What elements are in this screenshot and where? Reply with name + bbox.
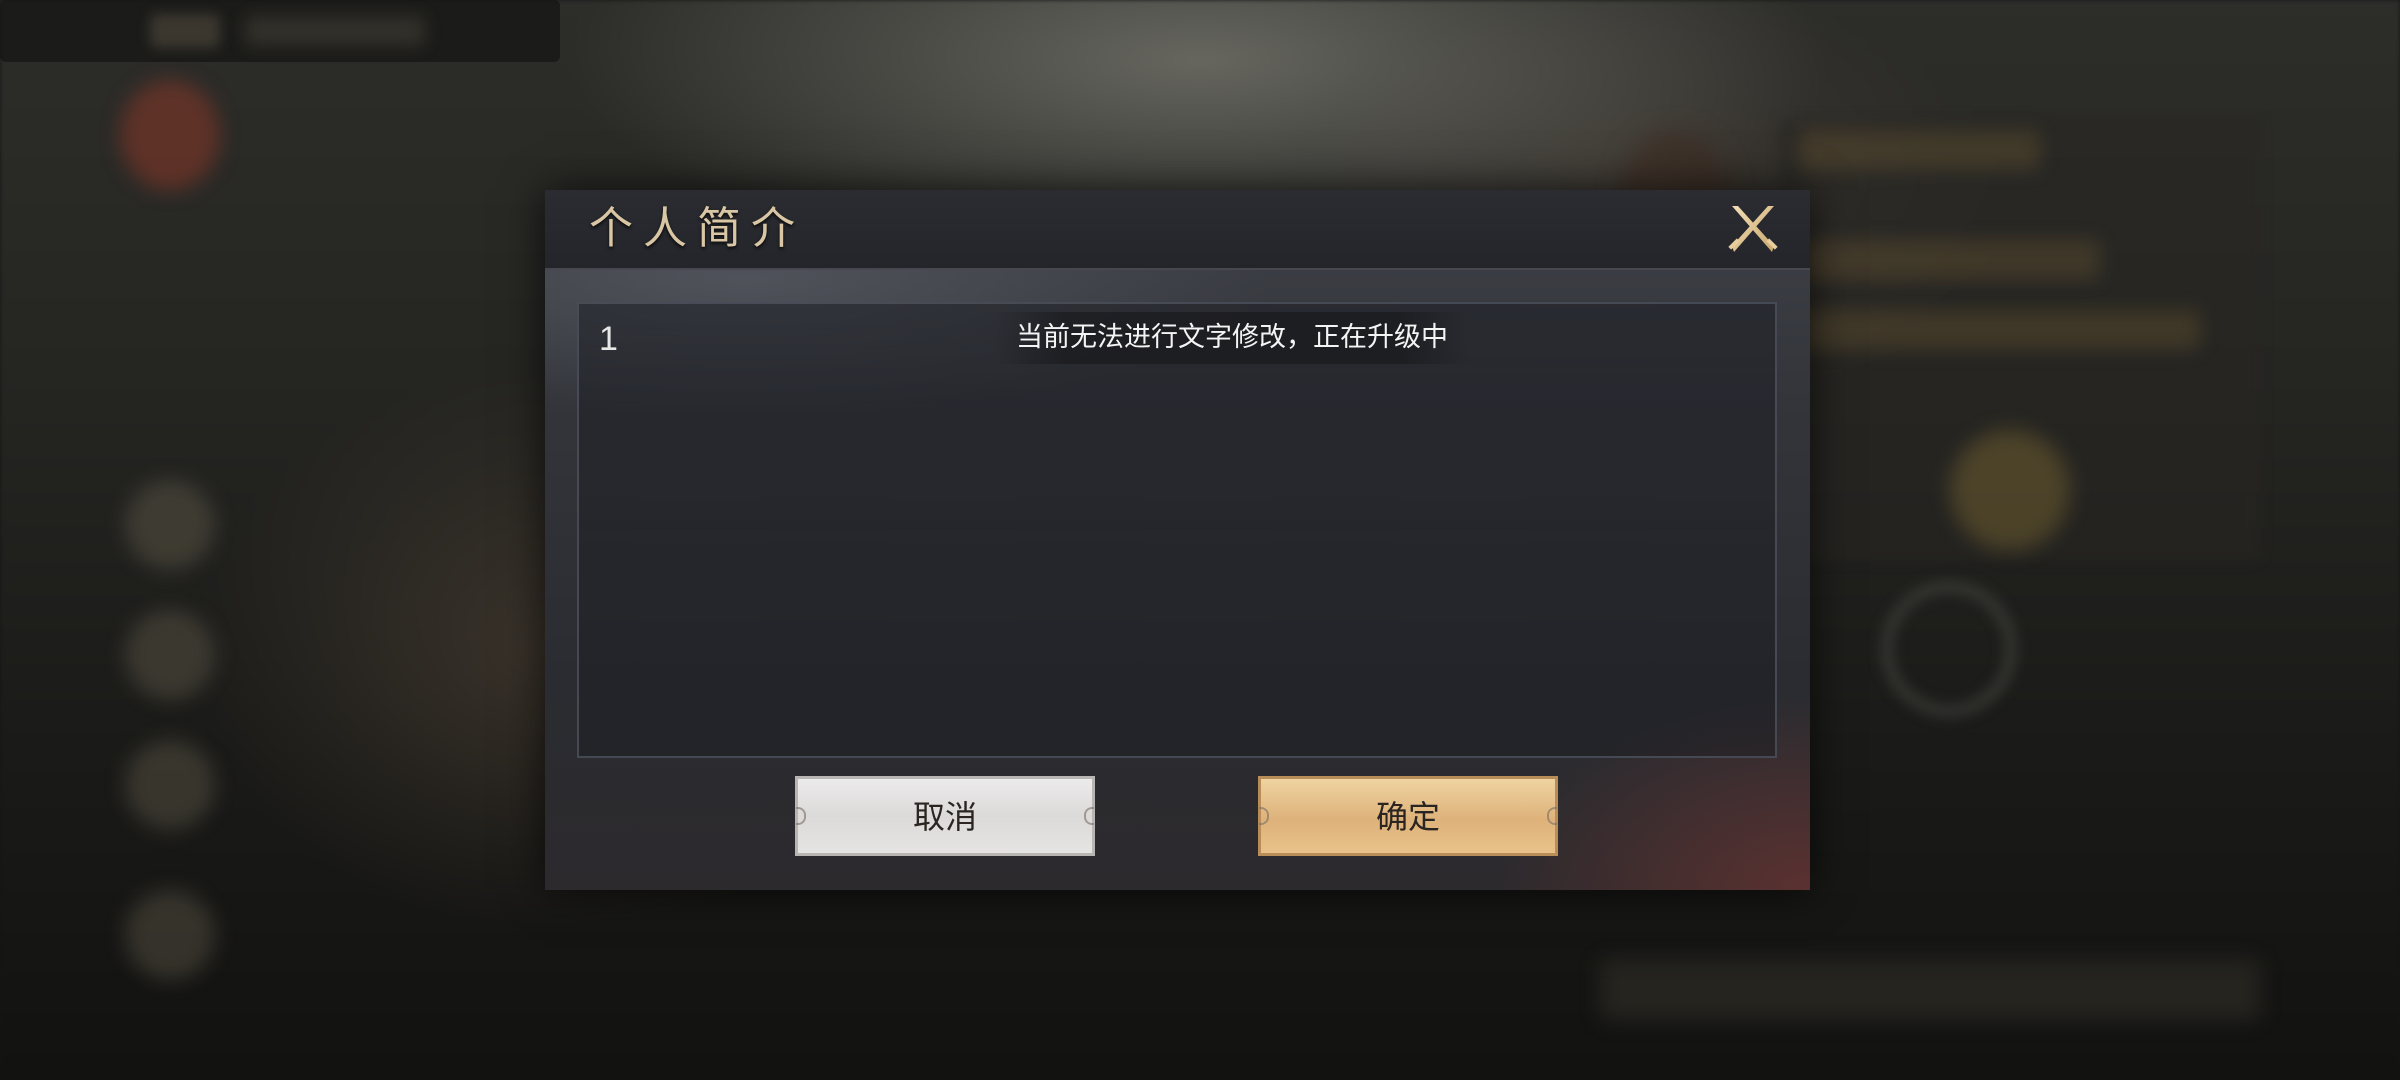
intro-text-value: 1 — [599, 320, 618, 358]
blurred-right-row — [1800, 130, 2040, 170]
dialog-title: 个人简介 — [589, 203, 805, 254]
blurred-right-row — [1800, 310, 2200, 350]
cancel-button-label: 取消 — [912, 798, 977, 836]
button-ornament — [796, 807, 806, 825]
blurred-left-menu-item — [125, 890, 215, 980]
blurred-bottom-bar — [1600, 960, 2260, 1020]
confirm-button-label: 确定 — [1375, 798, 1440, 836]
confirm-button[interactable]: 确定 — [1258, 776, 1558, 856]
profile-intro-dialog: 个人简介 1 当前无法进行文字修改，正在升级中 取消 确定 — [545, 190, 1810, 890]
toast-message: 当前无法进行文字修改，正在升级中 — [994, 312, 1470, 364]
blurred-ring — [1880, 580, 2018, 718]
blurred-right-row — [1800, 240, 2100, 280]
button-ornament — [1259, 807, 1269, 825]
blurred-avatar — [120, 80, 220, 190]
dialog-header: 个人简介 — [545, 190, 1810, 270]
blurred-top-icon — [150, 14, 220, 48]
close-button[interactable] — [1726, 202, 1780, 256]
blurred-top-text — [245, 16, 425, 46]
cancel-button[interactable]: 取消 — [795, 776, 1095, 856]
intro-text-area[interactable]: 1 当前无法进行文字修改，正在升级中 — [577, 302, 1777, 758]
crossed-blades-close-icon — [1728, 206, 1778, 252]
button-ornament — [1547, 807, 1557, 825]
button-ornament — [1084, 807, 1094, 825]
blurred-left-menu-item — [125, 740, 215, 830]
blurred-left-menu-item — [125, 480, 215, 570]
blurred-left-menu-item — [125, 610, 215, 700]
blurred-coin — [1950, 430, 2070, 550]
